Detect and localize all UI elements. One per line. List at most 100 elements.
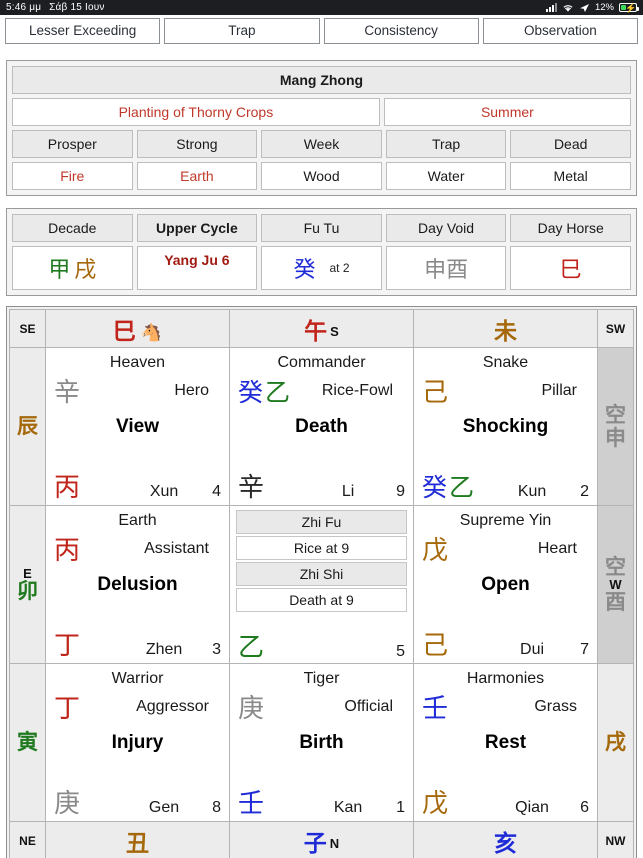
solar-term-title: Mang Zhong bbox=[12, 66, 631, 94]
palace-xun-4[interactable]: Heaven 辛 Hero View 丙 Xun 4 bbox=[45, 347, 230, 506]
cycle-header-upper-cycle: Upper Cycle bbox=[136, 214, 258, 242]
palace-kan-1[interactable]: Tiger 庚 Official Birth 壬 Kan 1 bbox=[229, 663, 414, 822]
qimen-chart: SE 巳 🐴 午S 未 SW 辰 Heaven 辛 Hero View 丙 Xu… bbox=[6, 306, 637, 858]
strength-value-row: Fire Earth Wood Water Metal bbox=[12, 162, 631, 190]
edge-right-shen: 空 申 bbox=[597, 347, 634, 506]
decade-stem: 甲 bbox=[48, 258, 71, 283]
corner-ne: NE bbox=[9, 821, 46, 858]
palace-number: 1 bbox=[396, 799, 405, 816]
palace-zhen-3[interactable]: Earth 丙 Assistant Delusion 丁 Zhen 3 bbox=[45, 505, 230, 664]
palace-heaven-stem: 癸 bbox=[238, 378, 264, 407]
fu-tu-stem: 癸 bbox=[293, 258, 316, 283]
status-time: 5:46 μμ bbox=[6, 2, 42, 13]
strength-value-water: Water bbox=[385, 162, 507, 190]
strength-value-wood: Wood bbox=[261, 162, 382, 190]
edge-right-xu: 戌 bbox=[597, 663, 634, 822]
palace-li-9[interactable]: Commander 癸 乙 Rice-Fowl Death 辛 Li 9 bbox=[229, 347, 414, 506]
strength-header-week: Week bbox=[261, 130, 382, 158]
cycle-value-fu-tu: 癸 at 2 bbox=[261, 246, 382, 290]
palace-trigram: Gen bbox=[148, 799, 180, 816]
palace-trigram: Xun bbox=[149, 483, 179, 500]
decade-branch: 戌 bbox=[74, 258, 97, 283]
palace-door: Shocking bbox=[462, 416, 549, 437]
tab-observation[interactable]: Observation bbox=[482, 18, 638, 44]
palace-spirit: Harmonies bbox=[466, 670, 545, 687]
palace-earth-stem: 乙 bbox=[238, 633, 265, 663]
palace-trigram: Zhen bbox=[145, 641, 183, 658]
strength-value-metal: Metal bbox=[510, 162, 631, 190]
palace-spirit: Tiger bbox=[303, 670, 340, 687]
palace-earth-stem: 壬 bbox=[238, 789, 265, 819]
battery-charging-icon: ⚡ bbox=[619, 3, 639, 13]
palace-door: Birth bbox=[299, 732, 344, 753]
palace-earth-stem: 庚 bbox=[54, 789, 81, 819]
corner-nw: NW bbox=[597, 821, 634, 858]
solar-term-panel: Mang Zhong Planting of Thorny Crops Summ… bbox=[6, 60, 637, 196]
palace-heaven-stem: 己 bbox=[422, 378, 449, 408]
edge-top-wei: 未 bbox=[413, 309, 598, 348]
palace-earth-stem-2: 乙 bbox=[449, 473, 475, 502]
palace-number: 2 bbox=[580, 483, 589, 500]
palace-spirit: Commander bbox=[277, 354, 366, 371]
palace-heaven-stem: 戊 bbox=[422, 536, 449, 566]
cycle-panel: Decade Upper Cycle Fu Tu Day Void Day Ho… bbox=[6, 208, 637, 296]
palace-number: 4 bbox=[212, 483, 221, 500]
palace-number: 3 bbox=[212, 641, 221, 658]
status-date: Σάβ 15 Ιουν bbox=[49, 2, 105, 13]
signal-icon bbox=[545, 3, 557, 12]
palace-number: 6 bbox=[580, 799, 589, 816]
horse-icon: 🐴 bbox=[140, 322, 163, 342]
day-void-branches: 申酉 bbox=[424, 258, 469, 283]
cycle-header-decade: Decade bbox=[12, 214, 133, 242]
palace-trigram: Kan bbox=[333, 799, 363, 816]
corner-sw: SW bbox=[597, 309, 634, 348]
palace-earth-stem: 癸 bbox=[422, 473, 448, 502]
edge-right-you: 空 W 酉 bbox=[597, 505, 634, 664]
void-mark: 空 bbox=[605, 554, 626, 579]
palace-door: Delusion bbox=[97, 574, 178, 595]
palace-earth-stem: 戊 bbox=[422, 789, 449, 819]
tab-lesser-exceeding[interactable]: Lesser Exceeding bbox=[5, 18, 161, 44]
palace-number: 9 bbox=[396, 483, 405, 500]
cycle-value-decade: 甲 戌 bbox=[12, 246, 133, 290]
strength-header-row: Prosper Strong Week Trap Dead bbox=[12, 130, 631, 158]
strength-header-prosper: Prosper bbox=[12, 130, 133, 158]
palace-spirit: Heaven bbox=[109, 354, 166, 371]
palace-number: 7 bbox=[580, 641, 589, 658]
corner-se: SE bbox=[9, 309, 46, 348]
palace-spirit: Supreme Yin bbox=[459, 512, 552, 529]
edge-top-wu: 午S bbox=[229, 309, 414, 348]
edge-top-si: 巳 🐴 bbox=[45, 309, 230, 348]
cycle-header-day-horse: Day Horse bbox=[510, 214, 631, 242]
edge-left-chen: 辰 bbox=[9, 347, 46, 506]
palace-number: 8 bbox=[212, 799, 221, 816]
palace-earth-stem: 丁 bbox=[54, 631, 81, 661]
cycle-header-day-void: Day Void bbox=[385, 214, 507, 242]
zhi-fu-value: Rice at 9 bbox=[236, 536, 407, 560]
battery-percent: 12% bbox=[594, 2, 614, 13]
tab-strip-underline bbox=[0, 44, 643, 54]
palace-door: View bbox=[116, 416, 159, 437]
palace-gen-8[interactable]: Warrior 丁 Aggressor Injury 庚 Gen 8 bbox=[45, 663, 230, 822]
palace-center-5[interactable]: Zhi Fu Rice at 9 Zhi Shi Death at 9 乙 5 bbox=[229, 505, 414, 664]
palace-kun-2[interactable]: Snake 己 Pillar Shocking 癸 乙 Kun 2 bbox=[413, 347, 598, 506]
cycle-value-upper-cycle: Yang Ju 6 bbox=[136, 246, 258, 290]
edge-left-mao: E 卯 bbox=[9, 505, 46, 664]
palace-heaven-stem: 丁 bbox=[54, 694, 81, 724]
tab-trap[interactable]: Trap bbox=[164, 18, 320, 44]
solar-term-season: Summer bbox=[383, 98, 631, 126]
palace-heaven-stem: 庚 bbox=[238, 694, 265, 724]
palace-qian-6[interactable]: Harmonies 壬 Grass Rest 戊 Qian 6 bbox=[413, 663, 598, 822]
palace-earth-stem: 辛 bbox=[238, 473, 265, 503]
palace-spirit: Snake bbox=[482, 354, 529, 371]
void-mark: 空 bbox=[605, 403, 626, 428]
edge-left-yin: 寅 bbox=[9, 663, 46, 822]
palace-heaven-stem: 辛 bbox=[54, 378, 81, 408]
tab-consistency[interactable]: Consistency bbox=[323, 18, 479, 44]
palace-door: Injury bbox=[111, 732, 164, 753]
palace-heaven-stem-2: 乙 bbox=[265, 378, 291, 407]
fu-tu-note: at 2 bbox=[329, 261, 350, 275]
strength-value-fire: Fire bbox=[12, 162, 133, 190]
palace-trigram: Kun bbox=[517, 483, 547, 500]
palace-dui-7[interactable]: Supreme Yin 戊 Heart Open 己 Dui 7 bbox=[413, 505, 598, 664]
